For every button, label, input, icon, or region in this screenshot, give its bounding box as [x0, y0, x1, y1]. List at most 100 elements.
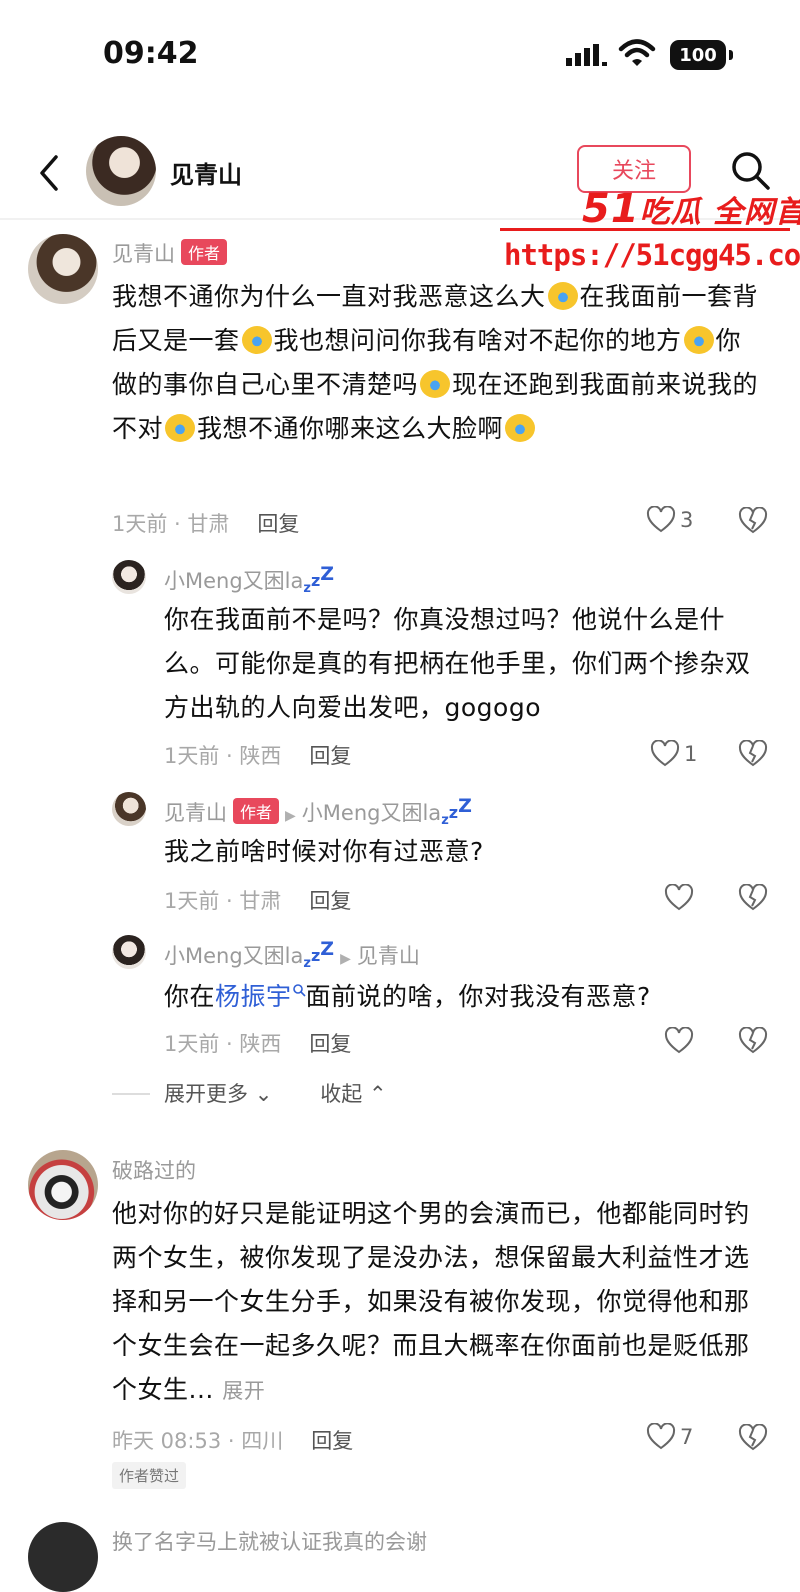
sleep-zz-icon: zzZ — [303, 563, 335, 596]
header-username[interactable]: 见青山 — [170, 155, 242, 190]
expand-text-button[interactable]: 展开 — [222, 1379, 265, 1403]
comment-text: 我想不通你为什么一直对我恶意这么大 在我面前一套背后又是一套 我也想问问你我有啥对不… — [112, 275, 762, 451]
reply-meta: 1天前 · 陕西 回复 — [164, 740, 351, 770]
like-count: 7 — [680, 1425, 694, 1449]
username-text: 见青山 — [164, 801, 227, 825]
comment-username[interactable]: 破路过的 — [112, 1155, 196, 1185]
reply-button[interactable]: 回复 — [309, 1032, 351, 1056]
search-small-icon — [292, 984, 306, 997]
like-button[interactable]: 3 — [646, 506, 693, 534]
watermark-brand-text: 吃瓜 全网首发 — [639, 195, 800, 230]
sleep-zz-icon: zzZ — [303, 938, 335, 971]
username-text: 小Meng又困la — [164, 569, 304, 593]
battery-level: 100 — [679, 44, 717, 66]
dislike-heart-icon[interactable] — [738, 884, 768, 912]
reply-time-location: 1天前 · 陕西 — [164, 744, 282, 768]
reply-arrow-icon: ▶ — [285, 808, 296, 824]
reply-to-user[interactable]: 见青山 — [357, 944, 420, 968]
reply-avatar[interactable] — [112, 560, 146, 594]
comment-avatar[interactable] — [28, 1150, 98, 1220]
header-avatar[interactable] — [86, 136, 156, 206]
heart-icon — [646, 506, 676, 533]
reply-button[interactable]: 回复 — [257, 512, 299, 536]
reply-to-user[interactable]: 小Meng又困la — [302, 801, 441, 825]
reply-meta: 1天前 · 陕西 回复 — [164, 1028, 351, 1058]
username-text: 见青山 — [112, 242, 175, 266]
watermark-brand-num: 51 — [582, 186, 640, 232]
reply-time-location: 1天前 · 陕西 — [164, 1032, 282, 1056]
comment-meta: 1天前 · 甘肃 回复 — [112, 508, 299, 538]
reply-arrow-icon: ▶ — [340, 951, 351, 967]
dislike-heart-icon[interactable] — [738, 1027, 768, 1055]
comment-text: 他对你的好只是能证明这个男的会演而已，他都能同时钓两个女生，被你发现了是没办法，… — [112, 1192, 762, 1413]
dislike-heart-icon[interactable] — [738, 1424, 768, 1452]
author-tag: 作者 — [181, 239, 228, 265]
dislike-heart-icon[interactable] — [738, 507, 768, 535]
laugh-cry-emoji-icon — [547, 282, 578, 310]
reply-username[interactable]: 小Meng又困lazzZ ▶ 见青山 — [164, 938, 420, 971]
chevron-down-icon: ⌄ — [254, 1082, 273, 1106]
wifi-icon — [618, 39, 656, 66]
reply-button[interactable]: 回复 — [309, 889, 351, 913]
watermark-line — [500, 228, 790, 231]
comment-meta: 昨天 08:53 · 四川 回复 — [112, 1425, 353, 1455]
collapse-label: 收起 — [320, 1082, 363, 1106]
heart-icon[interactable] — [664, 884, 694, 912]
laugh-cry-emoji-icon — [420, 370, 451, 398]
reply-time-location: 1天前 · 甘肃 — [164, 889, 282, 913]
reply-button[interactable]: 回复 — [311, 1429, 353, 1453]
heart-icon[interactable] — [664, 1027, 694, 1055]
laugh-cry-emoji-icon — [241, 326, 272, 354]
divider-line — [112, 1093, 150, 1095]
text-part: 我想不通你哪来这么大脸啊 — [197, 414, 504, 443]
comment-time-location: 1天前 · 甘肃 — [112, 512, 230, 536]
reply-text: 你在我面前不是吗？你真没想过吗？他说什么是什么。可能你是真的有把柄在他手里，你们… — [164, 605, 751, 722]
dislike-heart-icon[interactable] — [738, 740, 768, 768]
like-count: 1 — [684, 742, 698, 766]
watermark-brand: 51吃瓜 全网首发 — [582, 186, 800, 232]
battery-icon: 100 — [670, 40, 726, 70]
reply-username[interactable]: 小Meng又困lazzZ — [164, 563, 334, 596]
comment-avatar[interactable] — [28, 1522, 98, 1592]
chevron-up-icon: ⌃ — [368, 1082, 387, 1106]
heart-icon — [650, 740, 680, 767]
like-button[interactable]: 7 — [646, 1423, 693, 1451]
like-count: 3 — [680, 508, 694, 532]
text-part: 你在 — [164, 982, 216, 1011]
comment-time-location: 昨天 08:53 · 四川 — [112, 1429, 284, 1453]
mention-text: 杨振宇 — [215, 982, 292, 1011]
signal-icon — [566, 44, 607, 66]
back-icon[interactable] — [36, 153, 62, 202]
text-part: 他对你的好只是能证明这个男的会演而已，他都能同时钓两个女生，被你发现了是没办法，… — [112, 1199, 750, 1404]
reply-meta: 1天前 · 甘肃 回复 — [164, 885, 351, 915]
reply-avatar[interactable] — [112, 935, 146, 969]
reply-username[interactable]: 见青山 作者 ▶ 小Meng又困lazzZ — [164, 795, 472, 828]
comment-avatar[interactable] — [28, 234, 98, 304]
comment-username[interactable]: 换了名字马上就被认证我真的会谢 — [112, 1526, 427, 1556]
like-button[interactable]: 1 — [650, 740, 697, 768]
comment-username[interactable]: 见青山 作者 — [112, 238, 228, 268]
sleep-zz-icon: zzZ — [441, 795, 472, 828]
collapse-button[interactable]: 收起 ⌃ — [320, 1082, 386, 1106]
expand-more-label: 展开更多 — [164, 1082, 248, 1106]
reply-avatar[interactable] — [112, 792, 146, 826]
watermark-url: https://51cgg45.com — [504, 238, 800, 272]
reply-button[interactable]: 回复 — [309, 744, 351, 768]
laugh-cry-emoji-icon — [165, 414, 196, 442]
status-time: 09:42 — [103, 36, 199, 71]
replies-toggle: 展开更多 ⌄ 收起 ⌃ — [112, 1078, 387, 1108]
text-part: 我想不通你为什么一直对我恶意这么大 — [112, 282, 546, 311]
laugh-cry-emoji-icon — [683, 326, 714, 354]
battery-tip — [729, 50, 733, 60]
username-text: 小Meng又困la — [164, 944, 304, 968]
author-tag: 作者 — [233, 798, 280, 824]
mention-link[interactable]: 杨振宇 — [215, 982, 306, 1011]
reply-text: 我之前啥时候对你有过恶意? — [164, 837, 484, 866]
text-part: 我也想问问你我有啥对不起你的地方 — [273, 326, 682, 355]
author-liked-badge: 作者赞过 — [112, 1462, 187, 1489]
text-part: 面前说的啥，你对我没有恶意? — [305, 982, 651, 1011]
expand-more-button[interactable]: 展开更多 ⌄ — [164, 1082, 272, 1106]
heart-icon — [646, 1423, 676, 1450]
reply-text: 你在杨振宇 面前说的啥，你对我没有恶意? — [164, 975, 774, 1019]
laugh-cry-emoji-icon — [505, 414, 536, 442]
